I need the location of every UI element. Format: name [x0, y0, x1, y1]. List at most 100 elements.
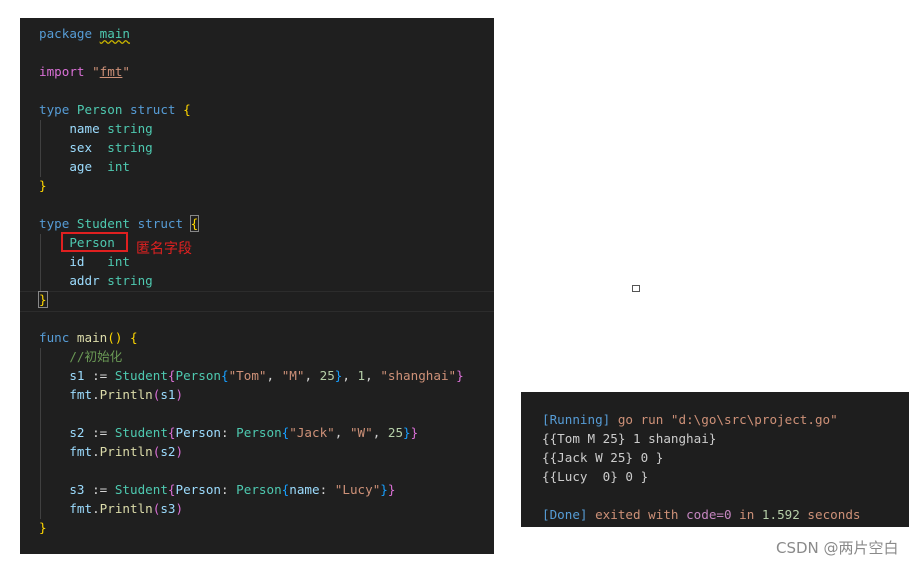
annotation-highlight-box	[61, 232, 128, 252]
code-token: code=0	[686, 507, 732, 522]
code-token: Person	[236, 425, 282, 440]
code-line: }	[39, 518, 47, 537]
code-token: addr	[39, 273, 108, 288]
code-line: fmt.Println(s1)	[39, 385, 183, 404]
small-window-icon	[632, 285, 640, 292]
code-line: }	[38, 290, 48, 309]
code-token: )	[175, 387, 184, 402]
code-line: package main	[39, 24, 130, 43]
code-token: ()	[107, 330, 123, 345]
code-line: {{Lucy 0} 0 }	[542, 467, 648, 486]
code-token: }	[387, 482, 396, 497]
code-token: ,	[342, 368, 358, 383]
code-token: "shanghai"	[380, 368, 457, 383]
code-token: s2	[39, 425, 93, 440]
code-token: {{Lucy 0} 0 }	[542, 469, 649, 484]
code-line: [Done] exited with code=0 in 1.592 secon…	[542, 505, 861, 524]
code-token: [Done]	[542, 507, 588, 522]
code-token: s2	[160, 444, 176, 459]
code-token: :=	[92, 425, 115, 440]
code-token: s3	[39, 482, 93, 497]
code-token: Person	[175, 368, 222, 383]
code-token: ,	[304, 368, 320, 383]
code-token: s1	[39, 368, 93, 383]
code-token: 1	[357, 368, 366, 383]
code-token: s1	[160, 387, 176, 402]
code-token: ,	[266, 368, 282, 383]
code-token: 25	[319, 368, 335, 383]
code-token: Println	[99, 444, 153, 459]
code-token: }	[39, 178, 47, 193]
code-token: string	[107, 273, 153, 288]
code-token: Person	[76, 102, 130, 117]
code-token: .	[92, 387, 100, 402]
code-token: exited with	[587, 507, 687, 522]
code-token: :=	[92, 482, 115, 497]
code-token: Println	[99, 501, 153, 516]
code-token: Student	[76, 216, 138, 231]
code-line: import "fmt"	[39, 62, 130, 81]
code-token: :	[319, 482, 335, 497]
current-line-highlight	[20, 291, 494, 312]
code-line: }	[39, 176, 47, 195]
code-token: "Jack"	[289, 425, 335, 440]
code-line: s2 := Student{Person: Person{"Jack", "W"…	[39, 423, 418, 442]
code-token: sex	[39, 140, 108, 155]
code-line: id int	[39, 252, 130, 271]
code-token: Student	[114, 368, 168, 383]
code-token: .	[92, 501, 100, 516]
code-token: fmt	[39, 501, 93, 516]
code-token: {	[189, 215, 200, 232]
code-token: {	[221, 368, 229, 383]
code-token: :=	[92, 368, 115, 383]
code-line: fmt.Println(s3)	[39, 499, 183, 518]
code-line: name string	[39, 119, 153, 138]
code-token: name	[289, 482, 320, 497]
code-line: [Running] go run "d:\go\src\project.go"	[542, 410, 838, 429]
code-token: .	[92, 444, 100, 459]
code-token: Person	[236, 482, 282, 497]
code-token: Student	[114, 482, 168, 497]
code-line: addr string	[39, 271, 153, 290]
code-token: 25	[387, 425, 404, 440]
code-token: fmt	[99, 64, 123, 79]
code-token: "	[92, 64, 100, 79]
code-token: int	[107, 159, 130, 174]
code-token: type	[39, 102, 77, 117]
code-token: type	[39, 216, 77, 231]
code-line: age int	[39, 157, 130, 176]
code-token: fmt	[39, 444, 93, 459]
code-token: "M"	[281, 368, 305, 383]
code-token: [Running]	[542, 412, 611, 427]
code-editor[interactable]: package main import "fmt" type Person stru…	[20, 18, 494, 554]
code-token: main	[99, 26, 131, 41]
code-line: type Person struct {	[39, 100, 191, 119]
code-token: ,	[334, 425, 350, 440]
code-token: string	[107, 140, 153, 155]
code-token: name	[39, 121, 108, 136]
code-token: string	[107, 121, 153, 136]
code-line: fmt.Println(s2)	[39, 442, 183, 461]
code-token: :	[221, 425, 237, 440]
code-token: "W"	[349, 425, 373, 440]
code-token: {{Tom M 25} 1 shanghai}	[542, 431, 717, 446]
code-line: {{Jack W 25} 0 }	[542, 448, 663, 467]
code-token: int	[107, 254, 130, 269]
code-token: )	[175, 501, 184, 516]
code-token: package	[39, 26, 100, 41]
code-line: s1 := Student{Person{"Tom", "M", 25}, 1,…	[39, 366, 464, 385]
watermark: CSDN @两片空白	[776, 539, 899, 557]
code-token: //初始化	[39, 349, 123, 364]
code-token: {	[167, 482, 176, 497]
code-token: import	[39, 64, 93, 79]
code-token: fmt	[39, 387, 93, 402]
code-token: }	[456, 368, 464, 383]
code-line: //初始化	[39, 347, 122, 366]
code-token: {	[167, 368, 176, 383]
code-token: Student	[114, 425, 168, 440]
code-line: {{Tom M 25} 1 shanghai}	[542, 429, 716, 448]
annotation-label: 匿名字段	[136, 241, 192, 257]
code-token: main	[76, 330, 108, 345]
code-token: id	[39, 254, 108, 269]
code-token: }	[410, 425, 419, 440]
